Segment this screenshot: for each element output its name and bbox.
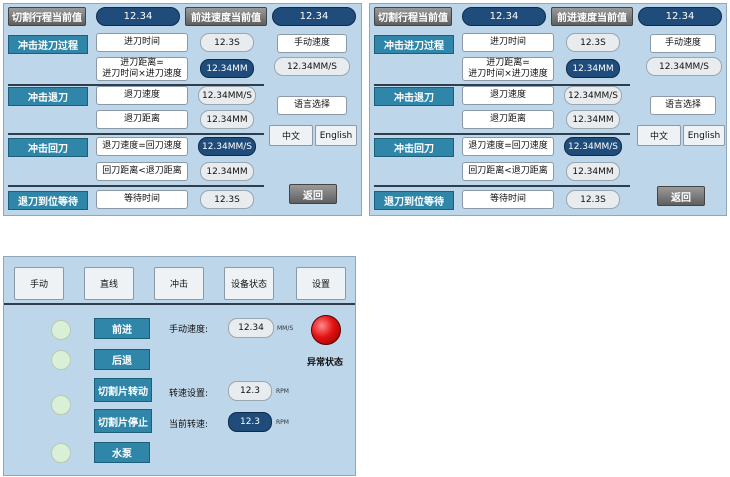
manual-speed-label: 手动速度: xyxy=(169,325,209,335)
return-distance-value[interactable]: 12.34MM xyxy=(200,162,254,181)
blade-stop-button[interactable]: 切割片停止 xyxy=(94,409,152,433)
english-button[interactable]: English xyxy=(315,125,357,146)
advance-speed-label: 前进速度当前值 xyxy=(185,7,267,26)
wait-time-label: 等待时间 xyxy=(96,190,188,209)
manual-speed-label: 手动速度 xyxy=(277,34,347,53)
speed-set-unit: RPM xyxy=(276,388,289,395)
forward-indicator xyxy=(51,320,71,340)
retract-distance-value[interactable]: 12.34MM xyxy=(200,110,254,129)
advance-speed-value: 12.34 xyxy=(272,7,356,26)
return-distance-label: 回刀距离<退刀距离 xyxy=(462,162,554,181)
wait-time-value[interactable]: 12.3S xyxy=(566,190,620,209)
manual-control-screen: 手动 直线 冲击 设备状态 设置 前进 后退 切割片转动 切割片停止 水泵 手动… xyxy=(3,256,356,476)
pump-button[interactable]: 水泵 xyxy=(94,442,150,463)
forward-button[interactable]: 前进 xyxy=(94,318,150,339)
advance-distance-label: 进刀距离= 进刀时间×进刀速度 xyxy=(462,57,554,81)
back-button[interactable]: 返回 xyxy=(289,184,337,204)
return-speed-label: 退刀速度=回刀速度 xyxy=(462,137,554,156)
english-button[interactable]: English xyxy=(683,125,725,146)
return-speed-value[interactable]: 12.34MM/S xyxy=(564,137,622,156)
section-wait: 退刀到位等待 xyxy=(374,191,454,210)
speed-set-value[interactable]: 12.3 xyxy=(228,381,272,401)
current-speed-value: 12.3 xyxy=(228,412,272,432)
manual-speed-unit: MM/S xyxy=(277,325,294,332)
advance-time-label: 进刀时间 xyxy=(462,33,554,52)
tab-manual[interactable]: 手动 xyxy=(14,267,64,300)
manual-speed-value[interactable]: 12.34MM/S xyxy=(646,57,722,76)
manual-speed-label: 手动速度 xyxy=(650,34,716,53)
return-speed-label: 退刀速度=回刀速度 xyxy=(96,137,188,156)
advance-time-value[interactable]: 12.3S xyxy=(566,33,620,52)
settings-screen-left: 切割行程当前值 12.34 前进速度当前值 12.34 冲击进刀过程 进刀时间 … xyxy=(3,3,362,216)
current-speed-label: 当前转速: xyxy=(169,420,209,430)
wait-time-value[interactable]: 12.3S xyxy=(200,190,254,209)
section-return: 冲击回刀 xyxy=(374,138,454,157)
speed-set-label: 转速设置: xyxy=(169,389,209,399)
divider xyxy=(374,133,630,135)
section-retract: 冲击退刀 xyxy=(374,87,454,106)
blade-rotate-button[interactable]: 切割片转动 xyxy=(94,378,152,402)
section-advance: 冲击进刀过程 xyxy=(8,35,88,54)
retract-speed-label: 退刀速度 xyxy=(96,86,188,105)
manual-speed-value[interactable]: 12.34MM/S xyxy=(274,57,350,76)
divider xyxy=(4,303,355,305)
chinese-button[interactable]: 中文 xyxy=(269,125,313,146)
backward-indicator xyxy=(51,350,71,370)
section-advance: 冲击进刀过程 xyxy=(374,35,454,54)
retract-speed-value[interactable]: 12.34MM/S xyxy=(564,86,622,105)
cut-stroke-label: 切割行程当前值 xyxy=(374,7,452,26)
cut-stroke-label: 切割行程当前值 xyxy=(8,7,86,26)
cut-stroke-value: 12.34 xyxy=(96,7,180,26)
tab-device-status[interactable]: 设备状态 xyxy=(224,267,274,300)
advance-distance-value[interactable]: 12.34MM xyxy=(200,59,254,78)
advance-speed-label: 前进速度当前值 xyxy=(551,7,633,26)
advance-time-value[interactable]: 12.3S xyxy=(200,33,254,52)
tab-impact[interactable]: 冲击 xyxy=(154,267,204,300)
retract-speed-label: 退刀速度 xyxy=(462,86,554,105)
alarm-light-icon xyxy=(311,315,341,345)
tab-settings[interactable]: 设置 xyxy=(296,267,346,300)
chinese-button[interactable]: 中文 xyxy=(637,125,681,146)
retract-distance-label: 退刀距离 xyxy=(462,110,554,129)
divider xyxy=(8,133,264,135)
backward-button[interactable]: 后退 xyxy=(94,349,150,370)
advance-time-label: 进刀时间 xyxy=(96,33,188,52)
back-button[interactable]: 返回 xyxy=(657,186,705,206)
retract-speed-value[interactable]: 12.34MM/S xyxy=(198,86,256,105)
section-return: 冲击回刀 xyxy=(8,138,88,157)
return-distance-value[interactable]: 12.34MM xyxy=(566,162,620,181)
divider xyxy=(374,185,630,187)
advance-distance-value[interactable]: 12.34MM xyxy=(566,59,620,78)
return-speed-value[interactable]: 12.34MM/S xyxy=(198,137,256,156)
section-retract: 冲击退刀 xyxy=(8,87,88,106)
language-select-label: 语言选择 xyxy=(277,96,347,115)
alarm-status-label: 异常状态 xyxy=(307,358,344,368)
blade-indicator xyxy=(51,395,71,415)
cut-stroke-value: 12.34 xyxy=(462,7,546,26)
language-select-label: 语言选择 xyxy=(650,96,716,115)
wait-time-label: 等待时间 xyxy=(462,190,554,209)
tab-linear[interactable]: 直线 xyxy=(84,267,134,300)
divider xyxy=(8,185,264,187)
section-wait: 退刀到位等待 xyxy=(8,191,88,210)
retract-distance-label: 退刀距离 xyxy=(96,110,188,129)
retract-distance-value[interactable]: 12.34MM xyxy=(566,110,620,129)
advance-distance-label: 进刀距离= 进刀时间×进刀速度 xyxy=(96,57,188,81)
current-speed-unit: RPM xyxy=(276,419,289,426)
return-distance-label: 回刀距离<退刀距离 xyxy=(96,162,188,181)
manual-speed-value[interactable]: 12.34 xyxy=(228,318,274,338)
advance-speed-value: 12.34 xyxy=(638,7,722,26)
pump-indicator xyxy=(51,443,71,463)
settings-screen-right: 切割行程当前值 12.34 前进速度当前值 12.34 冲击进刀过程 进刀时间 … xyxy=(369,3,727,216)
